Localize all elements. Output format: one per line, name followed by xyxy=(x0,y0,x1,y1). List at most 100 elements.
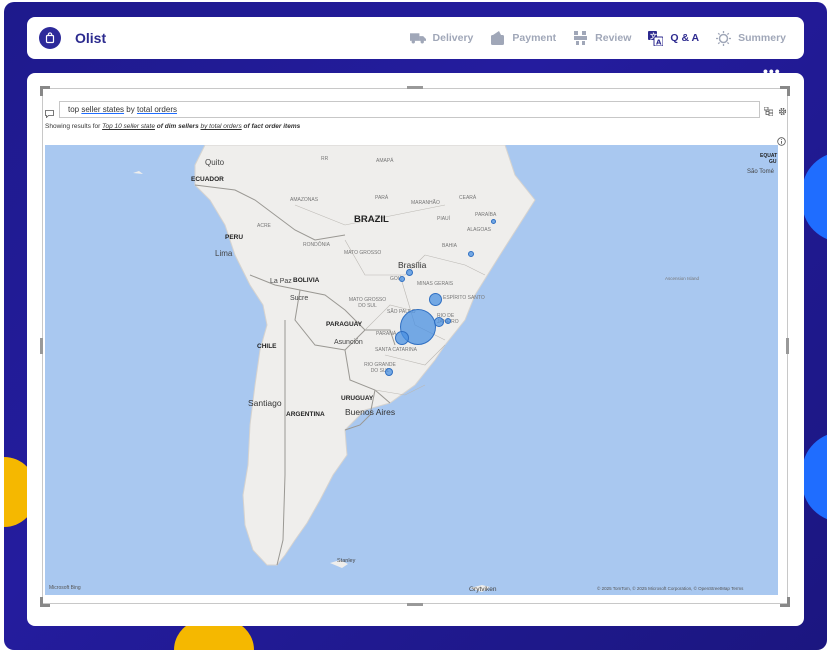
map-label-maranhao: MARANHÃO xyxy=(411,200,440,206)
map-label-amazonas: AMAZONAS xyxy=(290,197,319,203)
map-land-shape xyxy=(133,145,536,592)
resize-edge-handle[interactable] xyxy=(407,603,423,606)
query-token: by xyxy=(126,105,135,114)
map-label-amapa: AMAPÁ xyxy=(376,158,394,164)
map-label-bolivia: BOLIVIA xyxy=(293,277,320,284)
nav-qa-label: Q & A xyxy=(670,32,700,44)
query-token: total orders xyxy=(136,105,177,114)
top-header: Olist Delivery Payment Review 文A Q & A S… xyxy=(27,17,804,59)
showing-term: of dim sellers xyxy=(156,123,199,130)
map-label-argentina: ARGENTINA xyxy=(286,411,325,418)
map-bubble[interactable] xyxy=(399,276,405,282)
shopping-bag-icon[interactable] xyxy=(39,27,61,49)
map-label-santa-catarina: SANTA CATARINA xyxy=(375,347,417,353)
decor-shape xyxy=(802,432,827,522)
resize-edge-handle[interactable] xyxy=(407,86,423,89)
map-bubble[interactable] xyxy=(468,251,474,257)
decor-shape xyxy=(802,152,827,242)
map-label-buenos-aires: Buenos Aires xyxy=(345,407,396,417)
map-label-ecuador: ECUADOR xyxy=(191,176,224,183)
showing-term[interactable]: Top 10 seller state xyxy=(102,123,155,130)
qa-question-input[interactable]: top seller states by total orders xyxy=(59,101,760,118)
map-bubble[interactable] xyxy=(406,269,413,276)
brand-name[interactable]: Olist xyxy=(75,30,106,46)
map-label-uruguay: URUGUAY xyxy=(341,395,374,402)
map-label-sao-tome: São Tomé xyxy=(747,169,774,175)
map-label-sucre: Sucre xyxy=(290,295,309,302)
resize-corner-handle[interactable] xyxy=(40,597,50,607)
map-label-brazil: BRAZIL xyxy=(354,214,389,225)
map-label-rondonia: RONDÔNIA xyxy=(303,242,330,248)
map-label-ceara: CEARÁ xyxy=(459,195,477,201)
nav-payment-label: Payment xyxy=(512,32,557,44)
showing-term[interactable]: by total orders xyxy=(201,123,242,130)
nav-delivery-label: Delivery xyxy=(432,32,474,44)
hierarchy-icon[interactable] xyxy=(763,103,774,121)
bing-logo: Microsoft Bing xyxy=(49,585,81,591)
map-label-rio-grande-do-sul: RIO GRANDE DO SUL xyxy=(364,362,396,374)
showing-term: of fact order items xyxy=(243,123,301,130)
map-attribution[interactable]: © 2025 TomTom, © 2025 Microsoft Corporat… xyxy=(597,586,743,591)
map-label-la-paz: La Paz xyxy=(270,278,292,285)
more-options-icon[interactable]: ••• xyxy=(763,63,781,79)
map-label-parana: PARANÁ xyxy=(376,331,397,337)
chat-icon xyxy=(45,105,54,123)
map-bubble[interactable] xyxy=(429,293,442,306)
map-label-brasilia: Brasília xyxy=(398,260,427,270)
map-label-stanley: Stanley xyxy=(337,558,356,564)
showing-prefix: Showing results for xyxy=(45,123,101,130)
gear-icon[interactable] xyxy=(778,103,787,121)
map-label-goias: GOI xyxy=(390,276,400,282)
truck-icon xyxy=(409,31,426,45)
nav-payment[interactable]: Payment xyxy=(489,31,556,45)
query-token: seller states xyxy=(81,105,125,114)
main-nav: Delivery Payment Review 文A Q & A Summery xyxy=(409,17,786,59)
map-label-paraguay: PARAGUAY xyxy=(326,321,363,328)
showing-results-text: Showing results for Top 10 seller state … xyxy=(45,123,300,130)
map-label-peru: PERU xyxy=(225,234,244,241)
svg-text:A: A xyxy=(656,38,662,46)
map-label-gu: GU xyxy=(769,159,777,165)
map-bubble[interactable] xyxy=(491,219,496,224)
map-label-piaui: PIAUÍ xyxy=(437,216,451,222)
resize-corner-handle[interactable] xyxy=(780,597,790,607)
nav-delivery[interactable]: Delivery xyxy=(409,31,474,45)
nav-review[interactable]: Review xyxy=(572,31,631,45)
map-label-minas-gerais: MINAS GERAIS xyxy=(417,281,454,287)
map-label-lima: Lima xyxy=(215,249,233,258)
review-icon xyxy=(572,31,588,45)
nav-qa[interactable]: 文A Q & A xyxy=(647,30,700,46)
info-icon[interactable] xyxy=(777,133,786,151)
map-label-bahia: BAHIA xyxy=(442,243,458,249)
map-bubble[interactable] xyxy=(434,317,444,327)
map-label-acre: ACRE xyxy=(257,223,271,229)
bubble-map[interactable]: Quito ECUADOR PERU Lima BRAZIL BOLIVIA L… xyxy=(45,145,778,595)
map-label-paraiba: PARAÍBA xyxy=(475,212,497,218)
map-label-asuncion: Asunción xyxy=(334,339,363,346)
map-label-santiago: Santiago xyxy=(248,398,282,408)
nav-summery[interactable]: Summery xyxy=(715,30,786,46)
map-label-mato-grosso: MATO GROSSO xyxy=(344,250,382,256)
map-label-espirito-santo: ESPÍRITO SANTO xyxy=(443,295,485,301)
nav-review-label: Review xyxy=(595,32,632,44)
map-label-para: PARÁ xyxy=(375,195,389,201)
resize-corner-handle[interactable] xyxy=(40,86,50,96)
map-bubble[interactable] xyxy=(385,368,393,376)
translate-icon: 文A xyxy=(647,30,663,46)
qa-toolbar xyxy=(763,103,787,121)
map-label-grytviken: Grytviken xyxy=(469,586,497,593)
resize-corner-handle[interactable] xyxy=(780,86,790,96)
map-bubble[interactable] xyxy=(395,331,409,345)
map-label-ascension: Ascension Island xyxy=(665,276,700,281)
nav-summery-label: Summery xyxy=(738,32,786,44)
map-label-rr: RR xyxy=(321,156,329,162)
map-label-chile: CHILE xyxy=(257,343,277,350)
resize-edge-handle[interactable] xyxy=(786,338,789,354)
query-token: top xyxy=(68,105,80,114)
map-bubble[interactable] xyxy=(445,318,451,324)
lightbulb-icon xyxy=(715,30,731,46)
map-label-quito: Quito xyxy=(205,158,225,167)
resize-edge-handle[interactable] xyxy=(40,338,43,354)
wallet-icon xyxy=(489,31,505,45)
map-label-mato-grosso-do-sul: MATO GROSSO DO SUL xyxy=(348,297,387,309)
